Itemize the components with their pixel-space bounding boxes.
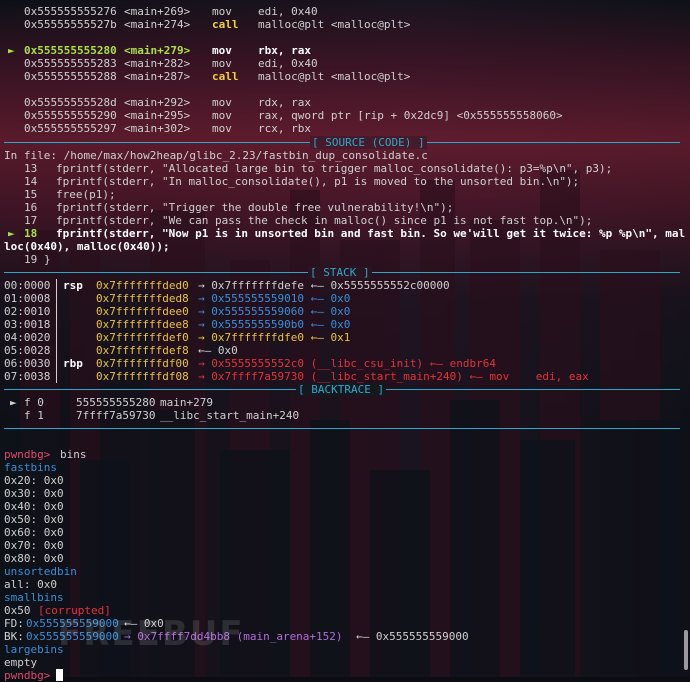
stack-title: [ STACK ]: [308, 266, 372, 279]
command-line: pwndbg> bins: [0, 448, 680, 461]
stack-row: 00:0000 rsp 0x7fffffffded0 → 0x7fffffffdefe…: [4, 279, 450, 292]
disasm-address: 0x555555555276: [24, 5, 117, 18]
disasm-operands: malloc@plt <malloc@plt>: [258, 70, 411, 83]
backtrace-title: [ BACKTRACE ]: [296, 383, 387, 396]
source-line: 15 free(p1);: [24, 188, 116, 201]
disasm-mnemonic: call: [212, 70, 239, 83]
fastbin-entry: 0x80: 0x0: [4, 552, 64, 565]
stack-row: 02:0010 0x7fffffffdee0 → 0x555555559060 ←—…: [4, 305, 351, 318]
source-line-current: ► 18 fprintf(stderr, "Now p1 is in unsorte…: [8, 227, 686, 240]
disasm-operands: malloc@plt <malloc@plt>: [258, 18, 411, 31]
disasm-address: 0x55555555527b: [24, 18, 117, 31]
disasm-mnemonic: mov: [212, 5, 232, 18]
stack-row: 01:0008 0x7fffffffded8 → 0x555555559010 ←—…: [4, 292, 351, 305]
disasm-offset: <main+279>: [124, 44, 191, 57]
source-code: 13 fprintf(stderr, "Allocated large bin t…: [0, 162, 686, 266]
disasm-line: 0x555555555290 <main+295> mov rax, qword pt…: [0, 109, 680, 122]
prompt: pwndbg>: [4, 448, 51, 461]
command-text: bins: [60, 448, 87, 461]
disasm-mnemonic: mov: [212, 122, 232, 135]
disasm-operands: edi, 0x40: [258, 5, 318, 18]
disasm-address: 0x555555555280: [24, 44, 117, 57]
disasm-operands: rdx, rax: [258, 96, 311, 109]
stack-row: 04:0020 0x7fffffffdef0 → 0x7fffffffdfe0 ←—…: [4, 331, 351, 344]
fastbin-entry: 0x60: 0x0: [4, 526, 64, 539]
stack-row: 06:0030 rbp 0x7fffffffdf00 → 0x5555555552c0…: [4, 357, 497, 370]
disasm-mnemonic: call: [212, 18, 239, 31]
disassembly-section: 0x555555555276 <main+269> mov edi, 0x40 0x5…: [0, 5, 680, 135]
disasm-line: 0x555555555288 <main+287> call malloc@plt <…: [0, 70, 680, 83]
disasm-mnemonic: mov: [212, 96, 232, 109]
source-line: 17 fprintf(stderr, "We can pass the check…: [24, 214, 593, 227]
disasm-line: 0x555555555276 <main+269> mov edi, 0x40: [0, 5, 680, 18]
source-file-line: In file: /home/max/how2heap/glibc_2.23/f…: [4, 149, 428, 162]
disasm-address: 0x55555555528d: [24, 96, 117, 109]
disasm-mnemonic: mov: [212, 57, 232, 70]
disasm-mnemonic: mov: [212, 44, 232, 57]
disasm-address: 0x555555555283: [24, 57, 117, 70]
stack-panel: 00:0000 rsp 0x7fffffffded0 → 0x7fffffffdefe…: [0, 279, 680, 383]
backtrace-frame: f 1 7ffff7a59730 __libc_start_main+240: [24, 409, 300, 422]
disasm-address: 0x555555555288: [24, 70, 117, 83]
fastbins-label: fastbins: [4, 461, 57, 474]
stack-row: 05:0028 0x7fffffffdef8 ←— 0x0: [4, 344, 238, 357]
disasm-line-current: ► 0x555555555280 <main+279> mov rbx, rax: [0, 44, 680, 57]
disasm-operands: rcx, rbx: [258, 122, 311, 135]
disasm-blank-line: [0, 83, 680, 96]
source-line: 13 fprintf(stderr, "Allocated large bin t…: [24, 162, 613, 175]
disasm-address: 0x555555555290: [24, 109, 117, 122]
fastbin-entry: 0x20: 0x0: [4, 474, 64, 487]
fastbin-entry: 0x30: 0x0: [4, 487, 64, 500]
fastbin-entry: 0x40: 0x0: [4, 500, 64, 513]
source-separator: [ SOURCE (CODE) ]: [0, 136, 680, 149]
disasm-operands: edi, 0x40: [258, 57, 318, 70]
disasm-offset: <main+282>: [124, 57, 191, 70]
input-line[interactable]: pwndbg>: [0, 669, 680, 682]
scrollbar-thumb[interactable]: [684, 630, 688, 670]
stack-separator: [ STACK ]: [0, 266, 680, 279]
watermark-logo: FREEBUF: [58, 614, 245, 654]
current-line-arrow: ►: [8, 44, 15, 57]
disasm-offset: <main+287>: [124, 70, 191, 83]
disasm-line: 0x55555555527b <main+274> call malloc@plt <…: [0, 18, 680, 31]
disasm-offset: <main+274>: [124, 18, 191, 31]
disasm-blank-line: [0, 31, 680, 44]
source-line-current-wrap: loc(0x40), malloc(0x40));: [4, 240, 170, 253]
disasm-operands: rax, qword ptr [rip + 0x2dc9] <0x5555555…: [258, 109, 563, 122]
largebins-value: empty: [4, 656, 38, 669]
disasm-offset: <main+295>: [124, 109, 191, 122]
disasm-offset: <main+292>: [124, 96, 191, 109]
bottom-separator: [0, 422, 680, 435]
source-line: 14 fprintf(stderr, "In malloc_consolidate…: [24, 175, 580, 188]
disasm-line: 0x55555555528d <main+292> mov rdx, rax: [0, 96, 680, 109]
source-line: 19}: [24, 253, 51, 266]
stack-row: 03:0018 0x7fffffffdee8 → 0x5555555590b0 ←—…: [4, 318, 351, 331]
smallbins-label: smallbins: [4, 591, 64, 604]
prompt: pwndbg>: [4, 669, 51, 682]
disasm-line: 0x555555555283 <main+282> mov edi, 0x40: [0, 57, 680, 70]
fastbin-entry: 0x50: 0x0: [4, 513, 64, 526]
backtrace-separator: [ BACKTRACE ]: [0, 383, 680, 396]
unsortedbin-label: unsortedbin: [4, 565, 77, 578]
stack-row: 07:0038 0x7fffffffdf08 → 0x7ffff7a59730 (_…: [4, 370, 589, 383]
source-line: 16 fprintf(stderr, "Trigger the double fr…: [24, 201, 454, 214]
source-title: [ SOURCE (CODE) ]: [310, 136, 427, 149]
disasm-line: 0x555555555297 <main+302> mov rcx, rbx: [0, 122, 680, 135]
disasm-offset: <main+269>: [124, 5, 191, 18]
backtrace-frame: ► f 0 555555555280 main+279: [10, 396, 213, 409]
backtrace-panel: ► f 0 555555555280 main+279 f 1 7ffff7a59730…: [0, 396, 680, 422]
fastbin-entry: 0x70: 0x0: [4, 539, 64, 552]
disasm-address: 0x555555555297: [24, 122, 117, 135]
disasm-offset: <main+302>: [124, 122, 191, 135]
disasm-operands: rbx, rax: [258, 44, 311, 57]
terminal-output: 0x555555555276 <main+269> mov edi, 0x40 0x5…: [0, 0, 686, 682]
text-cursor[interactable]: [56, 669, 63, 681]
disasm-mnemonic: mov: [212, 109, 232, 122]
unsortedbin-entry: all: 0x0: [4, 578, 57, 591]
